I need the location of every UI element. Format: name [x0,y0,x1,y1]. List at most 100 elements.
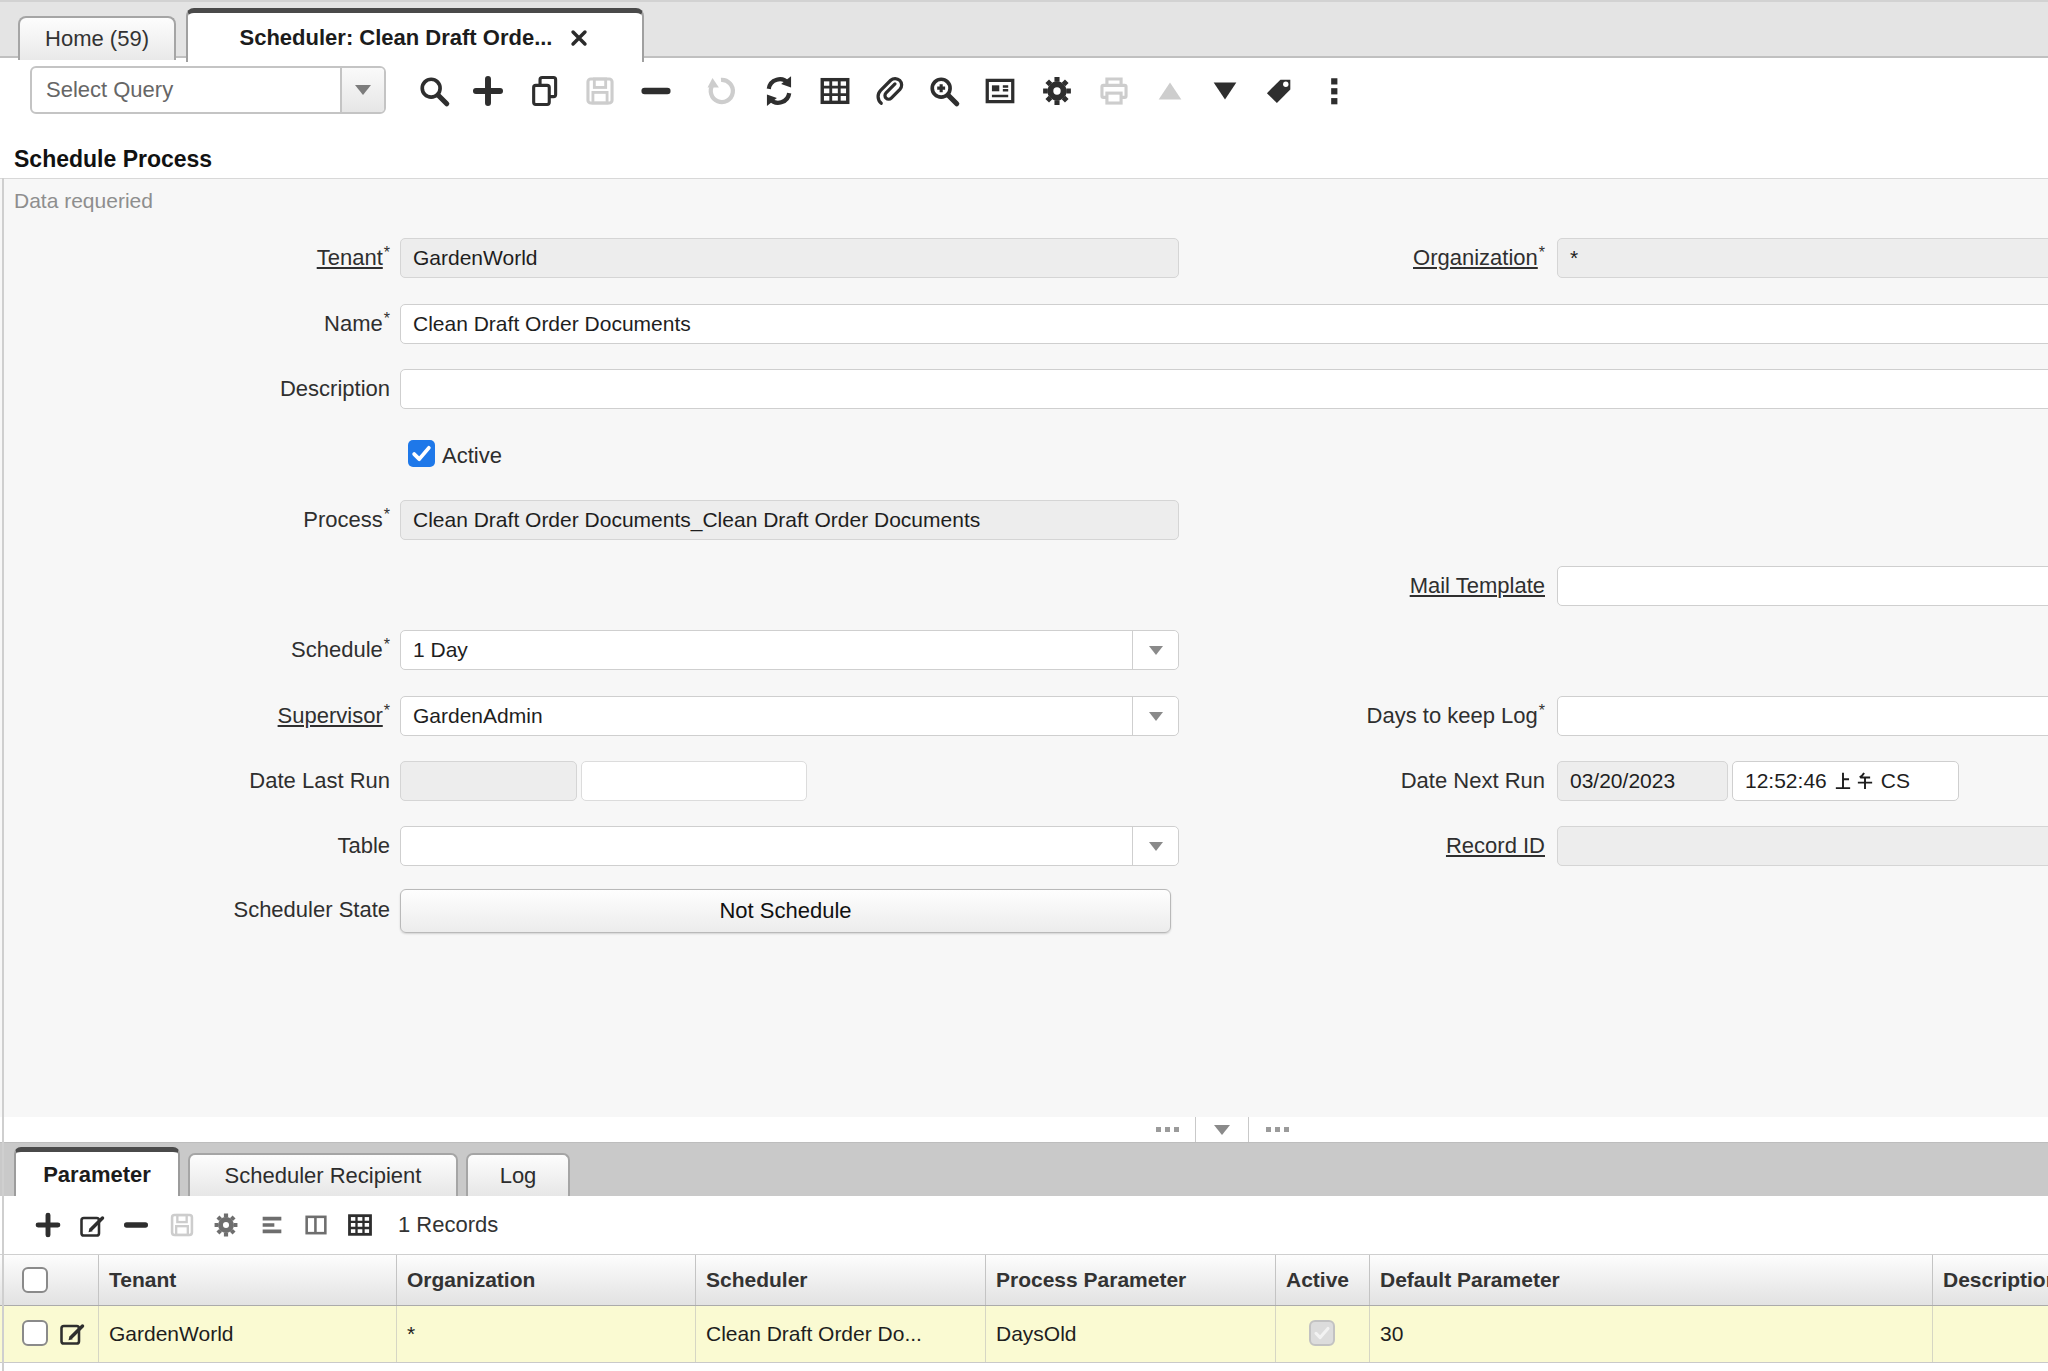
tab-parameter[interactable]: Parameter [14,1147,180,1197]
main-toolbar: Select Query [0,62,2048,142]
description-field[interactable] [400,369,2048,409]
date-last-run-time-field[interactable] [581,761,807,801]
window-left-border [2,178,4,1371]
page-title: Schedule Process [14,146,212,173]
column-header-active[interactable]: Active [1275,1255,1369,1305]
column-header-scheduler[interactable]: Scheduler [695,1255,985,1305]
close-tab-icon[interactable] [568,27,590,49]
detail-sequence-icon[interactable] [258,1211,286,1239]
tab-log[interactable]: Log [466,1153,570,1197]
scheduler-state-button[interactable]: Not Schedule [400,889,1171,933]
active-label: Active [442,443,502,469]
splitter-expand-down-icon[interactable] [1214,1125,1230,1135]
tab-scheduler-recipient-label: Scheduler Recipient [225,1163,422,1189]
splitter-bar[interactable] [0,1117,2048,1142]
table-combobox[interactable] [400,826,1179,866]
expand-icon[interactable] [1208,74,1242,108]
column-header-default-parameter[interactable]: Default Parameter [1369,1255,1932,1305]
schedule-value[interactable]: 1 Day [401,631,1132,669]
date-last-run-date-field[interactable] [400,761,577,801]
tab-scheduler[interactable]: Scheduler: Clean Draft Orde... [186,8,644,62]
row-cell-description[interactable] [1932,1306,2048,1362]
select-query-value[interactable]: Select Query [32,68,340,112]
active-checkbox[interactable] [408,440,435,467]
tab-scheduler-recipient[interactable]: Scheduler Recipient [188,1153,458,1197]
detail-new-icon[interactable] [34,1211,62,1239]
process-field[interactable]: Clean Draft Order Documents_Clean Draft … [400,500,1179,540]
detail-process-gear-icon[interactable] [212,1211,240,1239]
collapse-icon[interactable] [1153,74,1187,108]
schedule-dropdown-button[interactable] [1132,631,1178,669]
process-gear-icon[interactable] [1040,74,1074,108]
name-field[interactable]: Clean Draft Order Documents [400,304,2048,344]
window-tab-bar: Home (59) Scheduler: Clean Draft Orde... [0,0,2048,58]
organization-field[interactable]: * [1557,238,2048,278]
supervisor-value[interactable]: GardenAdmin [401,697,1132,735]
label-tag-icon[interactable] [1262,74,1296,108]
column-header-description[interactable]: Description [1932,1255,2048,1305]
days-to-keep-log-field[interactable] [1557,696,2048,736]
select-query-combobox[interactable]: Select Query [30,66,386,114]
new-record-icon[interactable] [471,74,505,108]
detail-toggle-panes-icon[interactable] [302,1211,330,1239]
mail-template-field[interactable] [1557,566,2048,606]
tab-home[interactable]: Home (59) [18,16,176,60]
row-edit-icon[interactable] [58,1319,86,1347]
row-cell-tenant[interactable]: GardenWorld [98,1306,396,1362]
record-id-label: Record ID [1165,833,1545,859]
splitter-divider [1195,1117,1196,1142]
column-header-tenant[interactable]: Tenant [98,1255,396,1305]
time-value: 12:52:46 [1745,762,1827,800]
table-value[interactable] [401,827,1132,865]
group-label: Data requeried [14,189,153,213]
header-select-all-cell [0,1255,98,1305]
column-header-process-parameter[interactable]: Process Parameter [985,1255,1275,1305]
detail-delete-icon[interactable] [122,1211,150,1239]
search-icon[interactable] [417,74,451,108]
description-label: Description [10,376,390,402]
process-label: Process* [10,507,390,533]
splitter-divider [1248,1117,1249,1142]
delete-record-icon[interactable] [639,74,673,108]
tab-home-label: Home (59) [45,26,149,52]
detail-grid-icon[interactable] [346,1211,374,1239]
tab-parameter-label: Parameter [43,1162,151,1188]
record-id-field[interactable] [1557,826,2048,866]
date-next-run-time-field[interactable]: 12:52:46 CS [1732,761,1959,801]
splitter-collapse-up-handle[interactable] [1156,1127,1179,1132]
zoom-across-icon[interactable] [927,74,961,108]
row-cell-process-parameter[interactable]: DaysOld [985,1306,1275,1362]
tenant-field[interactable]: GardenWorld [400,238,1179,278]
name-label: Name* [10,311,390,337]
copy-record-icon[interactable] [528,74,562,108]
tab-log-label: Log [500,1163,537,1189]
grid-row[interactable]: GardenWorld * Clean Draft Order Do... Da… [0,1306,2048,1363]
days-to-keep-log-label: Days to keep Log* [1165,703,1545,729]
grid-toggle-icon[interactable] [818,74,852,108]
more-options-icon[interactable] [1317,74,1351,108]
column-header-organization[interactable]: Organization [396,1255,695,1305]
date-next-run-date-field[interactable]: 03/20/2023 [1557,761,1728,801]
report-icon[interactable] [983,74,1017,108]
save-icon[interactable] [583,74,617,108]
row-cell-organization[interactable]: * [396,1306,695,1362]
chevron-down-icon [1149,646,1163,655]
supervisor-combobox[interactable]: GardenAdmin [400,696,1179,736]
select-all-checkbox[interactable] [22,1267,48,1293]
undo-icon[interactable] [704,74,738,108]
select-query-dropdown-button[interactable] [340,68,384,112]
row-checkbox[interactable] [22,1320,48,1346]
row-cell-scheduler[interactable]: Clean Draft Order Do... [695,1306,985,1362]
attachment-icon[interactable] [873,74,907,108]
schedule-combobox[interactable]: 1 Day [400,630,1179,670]
print-icon[interactable] [1097,74,1131,108]
schedule-label: Schedule* [10,637,390,663]
row-cell-default-parameter[interactable]: 30 [1369,1306,1932,1362]
chevron-down-icon [355,85,371,95]
detail-edit-icon[interactable] [78,1211,106,1239]
scheduler-window: Home (59) Scheduler: Clean Draft Orde...… [0,0,2048,1371]
chevron-down-icon [1149,842,1163,851]
refresh-icon[interactable] [762,74,796,108]
splitter-collapse-down-handle[interactable] [1266,1127,1289,1132]
detail-save-icon[interactable] [168,1211,196,1239]
